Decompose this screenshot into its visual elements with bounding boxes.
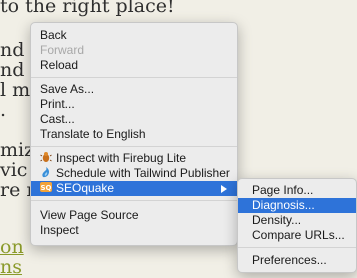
- bg-text-fragment: miz: [0, 139, 35, 161]
- menu-item-label: Reload: [40, 58, 79, 72]
- firebug-icon: [40, 151, 52, 163]
- menu-item-inspect[interactable]: Inspect: [31, 223, 237, 238]
- menu-item-label: Cast...: [40, 112, 75, 126]
- menu-item-label: Save As...: [40, 82, 95, 96]
- submenu-item-preferences[interactable]: Preferences...: [238, 253, 356, 268]
- bg-headline: to the right place!: [0, 0, 175, 17]
- menu-separator: [238, 247, 356, 248]
- menu-item-label: Translate to English: [40, 127, 146, 141]
- menu-item-label: Preferences...: [252, 253, 327, 267]
- submenu-item-compare-urls[interactable]: Compare URLs...: [238, 228, 356, 243]
- menu-item-translate[interactable]: Translate to English: [31, 127, 237, 142]
- menu-item-label: Schedule with Tailwind Publisher: [56, 166, 230, 180]
- menu-item-back[interactable]: Back: [31, 28, 237, 43]
- bg-link-fragment[interactable]: on: [0, 236, 24, 258]
- bg-text-fragment: l m: [0, 79, 31, 101]
- seoquake-icon: SQ: [40, 181, 52, 193]
- menu-item-tailwind[interactable]: Schedule with Tailwind Publisher: [31, 166, 237, 181]
- menu-item-label: SEOquake: [56, 181, 115, 195]
- bg-text-fragment: vic: [0, 159, 28, 181]
- menu-item-label: Compare URLs...: [252, 228, 345, 242]
- bg-text-fragment: nd: [0, 59, 25, 81]
- submenu-item-diagnosis[interactable]: Diagnosis...: [238, 198, 356, 213]
- menu-item-label: View Page Source: [40, 208, 139, 222]
- menu-item-save-as[interactable]: Save As...: [31, 82, 237, 97]
- menu-item-view-source[interactable]: View Page Source: [31, 208, 237, 223]
- menu-item-label: Inspect with Firebug Lite: [56, 151, 187, 165]
- submenu-arrow-icon: [221, 185, 227, 193]
- tailwind-icon: [40, 166, 52, 178]
- submenu-item-page-info[interactable]: Page Info...: [238, 183, 356, 198]
- menu-item-cast[interactable]: Cast...: [31, 112, 237, 127]
- bg-text-fragment: nd: [0, 39, 25, 61]
- menu-separator: [31, 146, 237, 147]
- menu-item-label: Forward: [40, 43, 85, 57]
- menu-item-reload[interactable]: Reload: [31, 58, 237, 73]
- menu-item-label: Page Info...: [252, 183, 314, 197]
- menu-separator: [31, 77, 237, 78]
- menu-item-label: Print...: [40, 97, 75, 111]
- menu-item-firebug[interactable]: Inspect with Firebug Lite: [31, 151, 237, 166]
- seoquake-submenu: Page Info... Diagnosis... Density... Com…: [237, 178, 357, 273]
- menu-item-label: Diagnosis...: [252, 198, 315, 212]
- submenu-item-density[interactable]: Density...: [238, 213, 356, 228]
- menu-item-seoquake[interactable]: SQ SEOquake: [31, 181, 237, 196]
- menu-separator: [31, 200, 237, 201]
- bg-link-fragment[interactable]: ns: [0, 256, 22, 278]
- menu-item-label: Inspect: [40, 223, 79, 237]
- menu-item-print[interactable]: Print...: [31, 97, 237, 112]
- bg-text-fragment: .: [0, 99, 7, 121]
- menu-item-forward: Forward: [31, 43, 237, 58]
- menu-item-label: Back: [40, 28, 67, 42]
- context-menu: Back Forward Reload Save As... Print... …: [30, 22, 238, 246]
- menu-item-label: Density...: [252, 213, 302, 227]
- svg-text:SQ: SQ: [41, 184, 52, 192]
